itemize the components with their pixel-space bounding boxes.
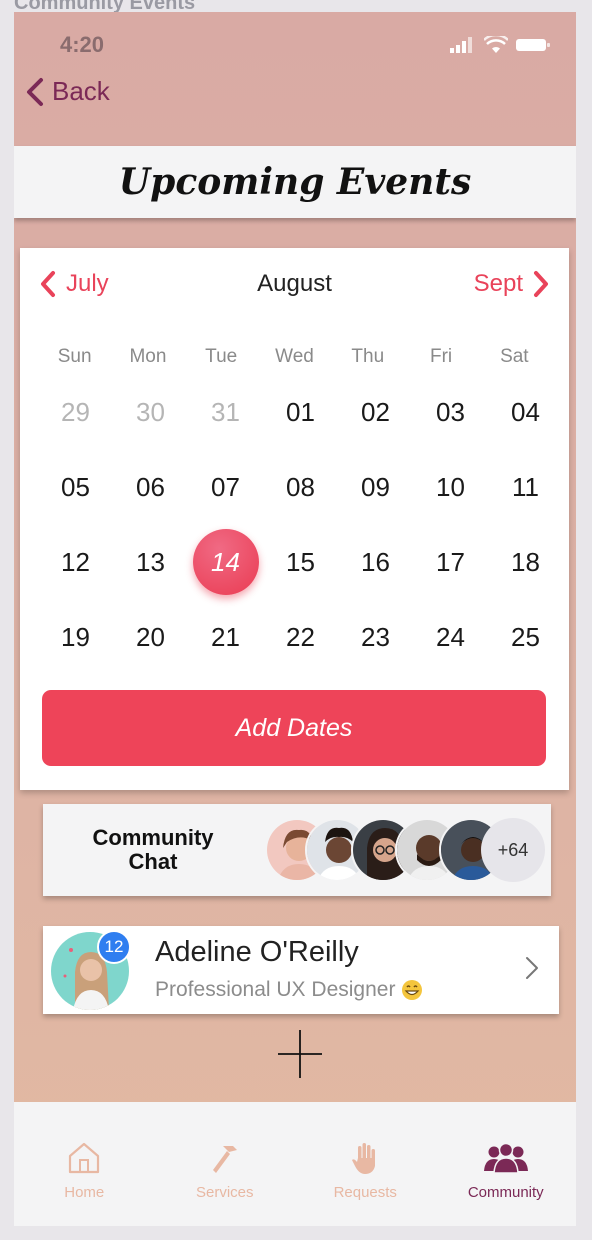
- status-bar: 4:20: [14, 12, 576, 76]
- weekday-label: Sun: [57, 346, 92, 367]
- calendar-day[interactable]: 02: [338, 386, 413, 438]
- tab-services[interactable]: Services: [155, 1102, 296, 1226]
- chat-title-line2: Chat: [128, 849, 178, 874]
- notification-badge: 12: [97, 930, 131, 964]
- tab-community[interactable]: Community: [436, 1102, 577, 1226]
- weekday-header: Sun Mon Tue Wed Thu Fri Sat: [38, 346, 551, 368]
- add-icon[interactable]: [276, 1028, 324, 1080]
- chevron-right-icon: [526, 957, 538, 979]
- tab-requests[interactable]: Requests: [295, 1102, 436, 1226]
- calendar-day[interactable]: 17: [413, 536, 488, 588]
- weekday-label: Thu: [351, 346, 385, 367]
- calendar-day[interactable]: 30: [113, 386, 188, 438]
- weekday-label: Fri: [429, 346, 453, 367]
- calendar-day[interactable]: 06: [113, 461, 188, 513]
- calendar-day[interactable]: 13: [113, 536, 188, 588]
- hammer-icon: [207, 1138, 243, 1178]
- tab-label: Home: [64, 1184, 105, 1201]
- profile-subtitle-row: Professional UX Designer: [155, 978, 423, 1002]
- calendar-day[interactable]: 08: [263, 461, 338, 513]
- calendar-day[interactable]: 01: [263, 386, 338, 438]
- calendar-week: 12 13 14 15 16 17 18: [38, 529, 563, 611]
- status-time: 4:20: [60, 32, 105, 57]
- chevron-left-icon: [41, 271, 55, 297]
- calendar-week: 19 20 21 22 23 24 25: [38, 611, 563, 686]
- calendar-day[interactable]: 12: [38, 536, 113, 588]
- title-bar: Upcoming Events: [14, 146, 576, 218]
- next-month-label: Sept: [473, 270, 523, 297]
- calendar-day[interactable]: 07: [188, 461, 263, 513]
- calendar-day[interactable]: 11: [488, 461, 563, 513]
- signal-icon: [450, 37, 472, 53]
- tab-bar: Home Services Requests Community: [14, 1102, 576, 1226]
- weekday-label: Wed: [275, 346, 314, 367]
- calendar-day[interactable]: 03: [413, 386, 488, 438]
- weekday-label: Sat: [500, 346, 529, 367]
- hand-icon: [347, 1138, 383, 1178]
- phone-screen: 4:20 Back Upcoming Events August July Se…: [14, 12, 576, 1226]
- chevron-left-icon: [27, 77, 43, 106]
- chat-member-avatars: +64: [265, 818, 555, 882]
- calendar-day[interactable]: 23: [338, 611, 413, 663]
- calendar-day[interactable]: 09: [338, 461, 413, 513]
- back-label: Back: [52, 76, 110, 106]
- calendar-week: 29 30 31 01 02 03 04: [38, 386, 563, 461]
- calendar-day[interactable]: 04: [488, 386, 563, 438]
- calendar-day[interactable]: 16: [338, 536, 413, 588]
- calendar-days: 29 30 31 01 02 03 04 05 06 07 08 09 10 1…: [38, 386, 563, 686]
- next-month-button[interactable]: Sept: [474, 270, 549, 298]
- tab-label: Services: [195, 1184, 254, 1201]
- tab-home[interactable]: Home: [14, 1102, 155, 1226]
- chat-title-line1: Community: [92, 825, 214, 850]
- calendar-day[interactable]: 29: [38, 386, 113, 438]
- calendar-day[interactable]: 05: [38, 461, 113, 513]
- back-button[interactable]: Back: [26, 76, 110, 107]
- page-title: Upcoming Events: [118, 161, 472, 203]
- more-members-count[interactable]: +64: [481, 818, 545, 882]
- calendar-nav: August July Sept: [20, 270, 569, 304]
- grinning-emoji-icon: [402, 980, 423, 1000]
- calendar-day[interactable]: 22: [263, 611, 338, 663]
- tab-label: Community: [467, 1184, 544, 1201]
- status-icons: [450, 36, 550, 54]
- calendar-day[interactable]: 10: [413, 461, 488, 513]
- home-icon: [66, 1138, 102, 1178]
- calendar-day[interactable]: 18: [488, 536, 563, 588]
- calendar-day[interactable]: 19: [38, 611, 113, 663]
- profile-card[interactable]: 12 Adeline O'Reilly Professional UX Desi…: [43, 926, 559, 1014]
- weekday-label: Tue: [205, 346, 238, 367]
- community-chat-card[interactable]: Community Chat +64: [43, 804, 551, 896]
- calendar-week: 05 06 07 08 09 10 11: [38, 461, 563, 536]
- battery-icon: [516, 39, 550, 51]
- tab-label: Requests: [333, 1184, 397, 1201]
- prev-month-label: July: [66, 270, 109, 297]
- prev-month-button[interactable]: July: [40, 270, 109, 298]
- calendar-day[interactable]: 15: [263, 536, 338, 588]
- profile-name: Adeline O'Reilly: [155, 936, 359, 968]
- calendar-day[interactable]: 25: [488, 611, 563, 663]
- calendar-day[interactable]: 20: [113, 611, 188, 663]
- calendar-day[interactable]: 31: [188, 386, 263, 438]
- chevron-right-icon: [534, 271, 548, 297]
- calendar-day-selected[interactable]: 14: [188, 529, 263, 595]
- wifi-icon: [484, 36, 508, 53]
- profile-subtitle: Professional UX Designer: [155, 978, 396, 1001]
- add-dates-button[interactable]: Add Dates: [42, 690, 546, 766]
- calendar-day[interactable]: 24: [413, 611, 488, 663]
- calendar-day[interactable]: 21: [188, 611, 263, 663]
- people-icon: [483, 1138, 529, 1178]
- calendar-card: August July Sept Sun Mon Tue Wed Thu Fri…: [20, 248, 569, 790]
- weekday-label: Mon: [129, 346, 167, 367]
- community-chat-title: Community Chat: [83, 826, 223, 874]
